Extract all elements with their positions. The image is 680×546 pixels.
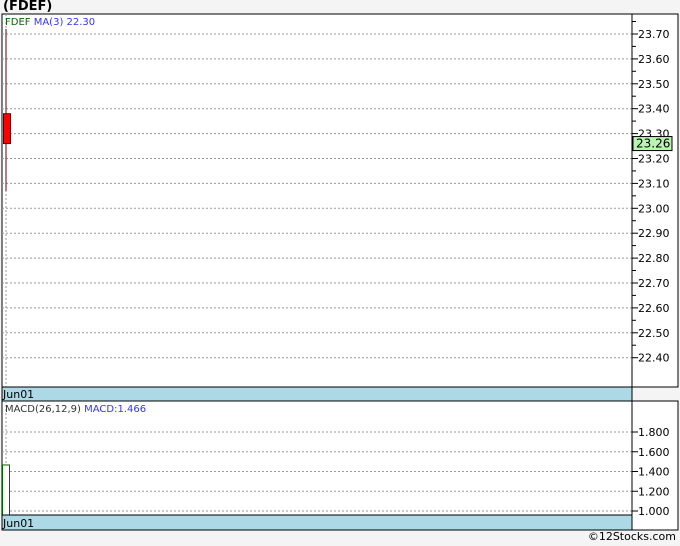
y-tick-label: 23.60 bbox=[638, 53, 670, 66]
y-tick-label: 23.70 bbox=[638, 28, 670, 41]
y-tick-label: 1.600 bbox=[638, 446, 670, 459]
legend-item: FDEF bbox=[5, 17, 31, 28]
macd-bar bbox=[2, 464, 10, 516]
y-tick-label: 1.400 bbox=[638, 466, 670, 479]
x-tick-label: Jun01 bbox=[2, 388, 34, 401]
legend-item: 22.30 bbox=[63, 17, 95, 28]
y-tick-label: 1.800 bbox=[638, 426, 670, 439]
legend-item: MACD:1.466 bbox=[81, 404, 146, 415]
y-tick-label: 23.10 bbox=[638, 177, 670, 190]
date-bar bbox=[1, 386, 633, 402]
candle-body bbox=[3, 113, 11, 145]
date-bar bbox=[1, 514, 633, 531]
legend-item: MACD(26,12,9) bbox=[5, 404, 81, 415]
y-tick-label: 22.90 bbox=[638, 227, 670, 240]
y-tick-label: 22.60 bbox=[638, 302, 670, 315]
legend-item: MA(3) bbox=[31, 17, 64, 28]
y-tick-label: 1.200 bbox=[638, 485, 670, 498]
price-legend: FDEF MA(3) 22.30 bbox=[5, 17, 95, 28]
y-tick-label: 22.80 bbox=[638, 252, 670, 265]
stock-chart: 23.7023.6023.5023.4023.3023.2023.1023.00… bbox=[1, 13, 679, 531]
y-tick-label: 22.40 bbox=[638, 352, 670, 365]
y-tick-label: 23.40 bbox=[638, 103, 670, 116]
y-tick-label: 22.50 bbox=[638, 327, 670, 340]
last-price-label: 23.26 bbox=[636, 137, 670, 151]
y-tick-label: 23.20 bbox=[638, 153, 670, 166]
credit-text: ©12Stocks.com bbox=[587, 530, 676, 543]
y-tick-label: 1.000 bbox=[638, 505, 670, 518]
y-tick-label: 23.50 bbox=[638, 78, 670, 91]
macd-legend: MACD(26,12,9) MACD:1.466 bbox=[5, 404, 146, 415]
x-tick-label: Jun01 bbox=[2, 517, 34, 530]
price-panel bbox=[1, 13, 679, 388]
y-tick-label: 22.70 bbox=[638, 277, 670, 290]
y-tick-label: 23.00 bbox=[638, 202, 670, 215]
